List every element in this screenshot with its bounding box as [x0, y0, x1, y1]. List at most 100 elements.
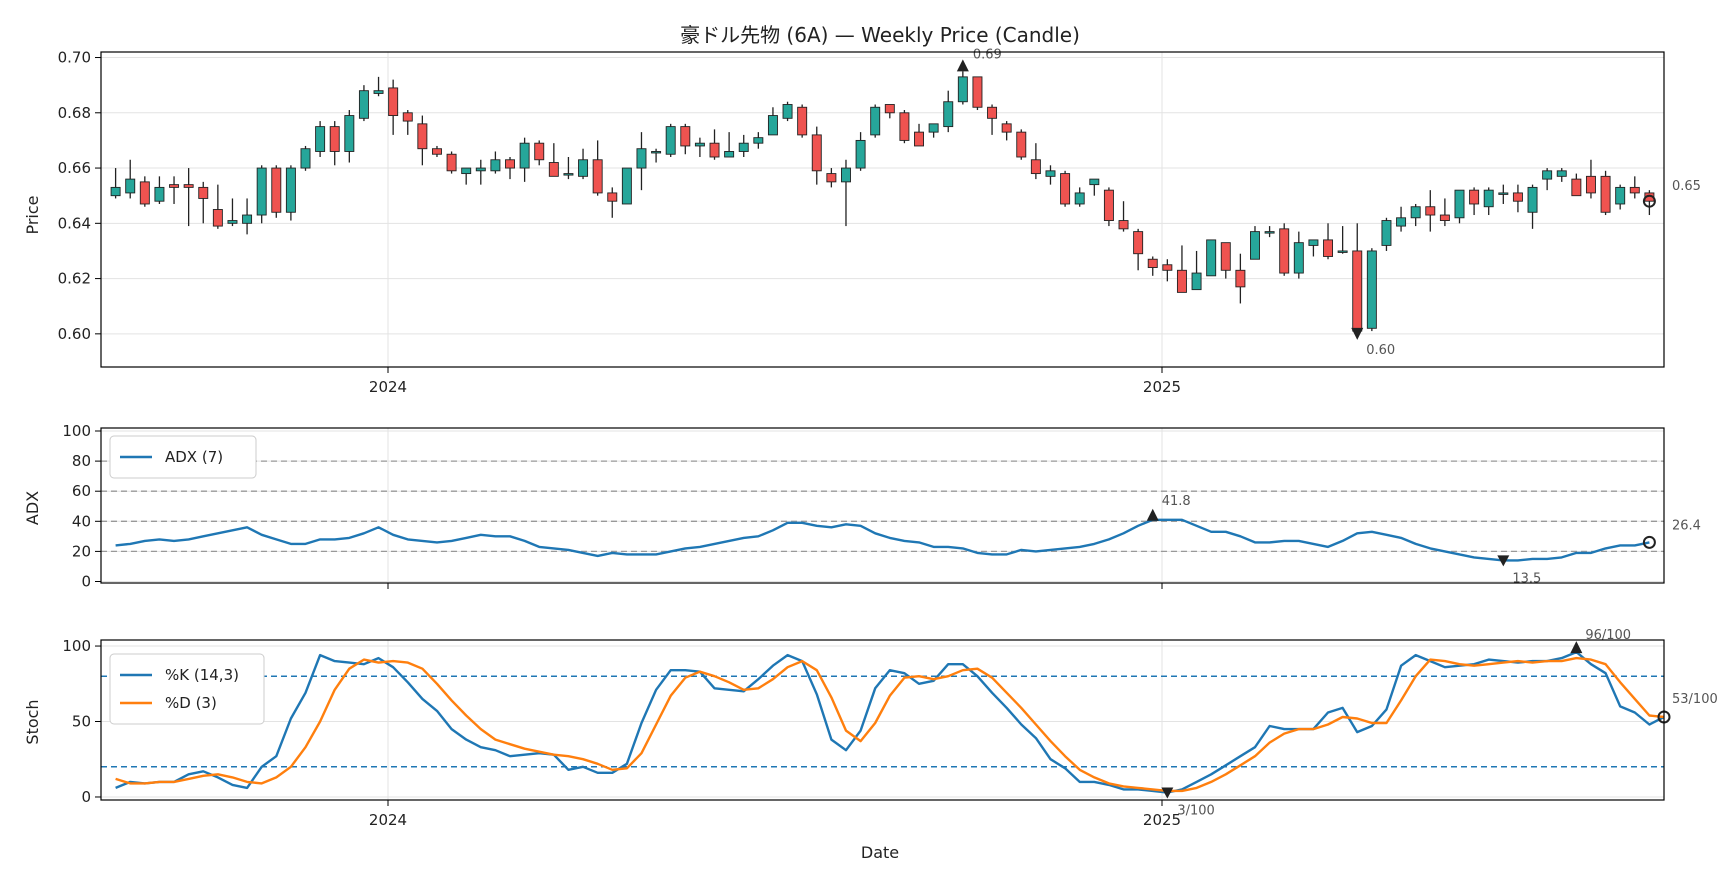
candle-body	[592, 159, 603, 194]
candle-body	[1366, 250, 1377, 329]
adx-last-label: 26.4	[1672, 518, 1701, 533]
candle-body	[943, 101, 954, 128]
candle-body	[1512, 192, 1523, 202]
adx-high-marker	[1146, 508, 1159, 521]
y-tick-label: 0.62	[58, 270, 91, 288]
adx-plot-frame	[100, 427, 1665, 584]
candle-body	[621, 167, 632, 205]
chart-svg: 豪ドル先物 (6A) — Weekly Price (Candle) 2024 2…	[23, 23, 1718, 862]
candle-body	[855, 139, 866, 169]
candle-body	[607, 192, 618, 202]
legend-label: %K (14,3)	[165, 666, 239, 684]
candle-body	[1074, 192, 1085, 205]
y-tick-label: 0.66	[58, 159, 91, 177]
candle-body	[709, 142, 720, 158]
y-tick-label: 20	[72, 542, 91, 560]
candle-body	[1206, 239, 1217, 277]
candle-body	[271, 167, 282, 213]
candle-body	[1527, 186, 1538, 213]
candle-body	[1615, 186, 1626, 205]
candle-body	[1279, 228, 1290, 274]
candle-body	[1176, 269, 1187, 293]
stoch-panel: 2024 2025 0 50 100 %K (14,3) %D (3) 96/100 3/100…	[62, 628, 1717, 829]
candle-body	[1439, 214, 1450, 222]
candle-body	[169, 184, 180, 188]
candle-body	[212, 209, 223, 227]
candle-body	[242, 214, 253, 224]
stoch-axis-label: Stoch	[23, 699, 42, 744]
adx-low-label: 13.5	[1512, 571, 1541, 586]
candle-body	[1323, 239, 1334, 257]
candle-body	[125, 178, 136, 194]
candle-body	[1556, 170, 1567, 177]
candle-body	[1235, 269, 1246, 288]
candle-body	[446, 153, 457, 172]
legend-box	[109, 653, 265, 725]
candle-body	[402, 112, 413, 122]
series-line	[115, 656, 1665, 793]
candle-body	[183, 184, 194, 188]
candle-body	[139, 181, 150, 205]
candle-body	[651, 151, 662, 154]
candle-body	[1001, 123, 1012, 133]
stoch-plot-frame	[100, 639, 1665, 801]
candle-body	[563, 173, 574, 176]
y-tick-label: 80	[72, 452, 91, 470]
candle-body	[1220, 242, 1231, 271]
y-tick-label: 100	[62, 637, 91, 655]
series-line	[115, 650, 1665, 794]
candle-body	[767, 115, 778, 136]
high-label: 0.69	[973, 47, 1002, 62]
candle-body	[738, 142, 749, 152]
candle-body	[227, 220, 238, 224]
candle-body	[1498, 192, 1509, 195]
candle-body	[1454, 189, 1465, 219]
candle-body	[1483, 189, 1494, 208]
x-tick-label: 2024	[369, 378, 407, 396]
price-panel: 2024 2025 0.60 0.62 0.64 0.66 0.68 0.70 0.69 0.60…	[58, 47, 1701, 396]
adx-axis-label: ADX	[23, 491, 42, 525]
candle-body	[1410, 206, 1421, 219]
candle-body	[1352, 250, 1363, 332]
candle-body	[198, 186, 209, 199]
stoch-high-marker	[1570, 641, 1583, 654]
candle-body	[1045, 170, 1056, 177]
candle-body	[315, 126, 326, 152]
candle-body	[1060, 173, 1071, 205]
candle-body	[505, 159, 515, 169]
candle-body	[1381, 220, 1392, 246]
candle-body	[1250, 231, 1260, 260]
candle-body	[490, 159, 501, 172]
last-label: 0.65	[1672, 179, 1701, 194]
candle-body	[1469, 189, 1480, 205]
candle-body	[811, 134, 822, 172]
stoch-last-label: 53/100	[1672, 692, 1718, 707]
stoch-high-label: 96/100	[1585, 628, 1631, 643]
y-tick-label: 0.68	[58, 104, 91, 122]
high-marker	[956, 59, 969, 72]
y-tick-label: 0	[81, 572, 91, 590]
candle-body	[358, 90, 369, 119]
candle-body	[1133, 231, 1144, 255]
candle-body	[1162, 264, 1173, 271]
candle-body	[636, 148, 647, 169]
candle-body	[1629, 186, 1640, 194]
candle-body	[256, 167, 267, 216]
y-tick-label: 0.64	[58, 214, 91, 232]
adx-panel: 0 20 40 60 80 100 ADX (7) 41.8 13.5 26.4	[62, 422, 1701, 590]
candle-body	[154, 186, 165, 202]
candle-body	[329, 126, 340, 152]
candle-body	[1425, 206, 1436, 216]
x-axis-label: Date	[861, 843, 899, 862]
candle-body	[110, 186, 121, 197]
candle-body	[899, 112, 910, 141]
candle-body	[578, 159, 589, 177]
candle-body	[797, 106, 808, 136]
candle-body	[475, 167, 486, 172]
candle-body	[461, 167, 472, 175]
candle-body	[388, 87, 399, 117]
y-tick-label: 40	[72, 512, 91, 530]
candle-body	[417, 123, 428, 150]
y-tick-label: 100	[62, 422, 91, 440]
candle-body	[694, 142, 705, 147]
